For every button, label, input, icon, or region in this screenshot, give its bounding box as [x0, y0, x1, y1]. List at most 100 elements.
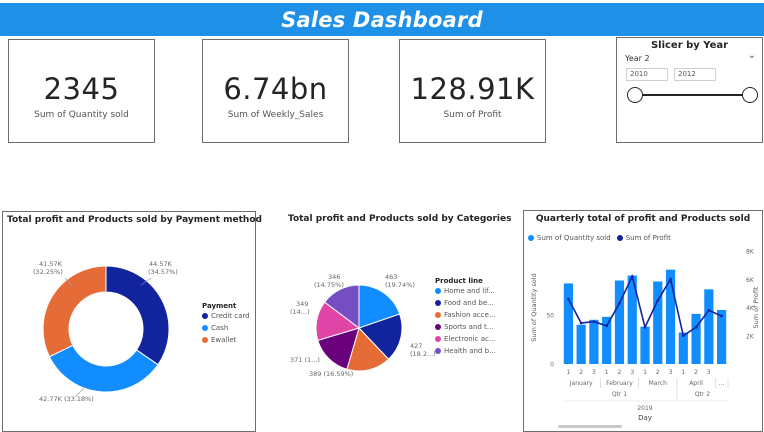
legend-item[interactable]: Cash	[202, 322, 250, 334]
slicer-title: Slicer by Year	[650, 40, 729, 51]
year-slicer[interactable]: Slicer by Year Year 2 ⌄ 2010 2012	[616, 37, 763, 143]
line-point[interactable]	[630, 275, 634, 278]
data-label: (18.2...)	[410, 350, 436, 358]
x-group-quarter: Qtr 1	[612, 391, 627, 398]
line-point[interactable]	[567, 297, 570, 301]
data-label-cash: 42.77K (33.18%)	[39, 395, 94, 403]
line-point[interactable]	[669, 277, 672, 281]
legend-item[interactable]: Home and lif...	[435, 285, 496, 297]
x-group-month: ...	[719, 380, 725, 387]
bar[interactable]	[704, 289, 714, 364]
y-left-tick: 0	[550, 362, 554, 369]
legend-dot	[202, 337, 208, 343]
x-tick-day: 2	[579, 369, 583, 376]
bar[interactable]	[614, 280, 625, 364]
pie-chart[interactable]	[284, 221, 434, 421]
legend-item[interactable]: Health and b...	[435, 345, 496, 357]
bar[interactable]	[589, 319, 599, 364]
line-point[interactable]	[656, 299, 660, 302]
line-point[interactable]	[579, 321, 583, 325]
legend-item[interactable]: Food and be...	[435, 297, 496, 309]
y-right-tick: 2K	[746, 333, 755, 340]
data-label: 389 (16.59%)	[309, 370, 354, 378]
x-group-month: January	[569, 380, 593, 387]
y-right-tick: 8K	[746, 249, 755, 256]
line-point[interactable]	[618, 301, 621, 305]
kpi-value: 6.74bn	[223, 72, 328, 106]
legend-item[interactable]: Credit card	[202, 310, 250, 322]
legend-item[interactable]: Sports and t...	[435, 321, 496, 333]
x-tick-day: 3	[592, 369, 596, 376]
line-point[interactable]	[707, 309, 711, 312]
legend-label: Fashion acce...	[444, 311, 496, 319]
x-tick-day: 1	[681, 369, 685, 376]
data-label: 427	[410, 342, 423, 350]
bar[interactable]	[691, 313, 701, 364]
bar[interactable]	[576, 324, 586, 364]
bar[interactable]	[602, 316, 612, 364]
x-tick-day: 2	[656, 369, 660, 376]
line-point[interactable]	[643, 325, 647, 329]
legend-label: Credit card	[211, 312, 250, 320]
combo-chart-card[interactable]: Quarterly total of profit and Products s…	[523, 210, 763, 432]
legend-item[interactable]: Fashion acce...	[435, 309, 496, 321]
legend-dot	[435, 336, 441, 342]
data-label: 371 (1...)	[290, 356, 320, 364]
chevron-down-icon[interactable]: ⌄	[748, 50, 756, 61]
bar[interactable]	[640, 326, 650, 364]
x-group-month: April	[689, 380, 703, 387]
slicer-to-input[interactable]: 2012	[674, 68, 716, 81]
x-tick-day: 3	[630, 369, 634, 376]
line-point[interactable]	[592, 320, 596, 323]
y-left-tick: 50	[546, 312, 554, 319]
x-group-quarter: Qtr 2	[695, 391, 710, 398]
data-label-pct: (33.18%)	[63, 395, 94, 403]
donut-chart-card[interactable]: Total profit and Products sold by Paymen…	[2, 211, 262, 432]
data-label: 349	[296, 300, 309, 308]
x-tick-day: 2	[618, 369, 622, 376]
bar[interactable]	[717, 309, 727, 364]
combo-chart[interactable]: 0502K4K6K8KSum of Quantity sold Sum of Pr…	[524, 241, 762, 431]
kpi-card-weekly-sales[interactable]: 6.74bn Sum of Weekly_Sales	[202, 39, 349, 143]
legend-dot	[435, 348, 441, 354]
slicer-dropdown-label[interactable]: Year 2	[625, 54, 650, 63]
slider-track[interactable]	[635, 94, 751, 96]
pie-chart-card[interactable]: Total profit and Products sold by Catego…	[284, 211, 511, 432]
kpi-value: 2345	[43, 72, 120, 106]
legend-dot	[202, 325, 208, 331]
data-label: (14...)	[290, 308, 310, 316]
x-tick-day: 1	[605, 369, 609, 376]
slider-handle-start[interactable]	[627, 87, 643, 103]
legend-dot	[435, 300, 441, 306]
legend-label: Health and b...	[444, 347, 496, 355]
line-point[interactable]	[720, 314, 723, 318]
x-group-month: March	[649, 380, 667, 387]
legend-title: Product line	[435, 277, 483, 285]
legend-item[interactable]: Electronic ac...	[435, 333, 496, 345]
donut-legend: Payment Credit card Cash Ewallet	[202, 302, 250, 346]
x-group-year: 2019	[637, 405, 652, 412]
kpi-card-profit[interactable]: 128.91K Sum of Profit	[399, 39, 546, 143]
line-point[interactable]	[694, 325, 698, 329]
donut-slice-ewallet[interactable]	[42, 265, 107, 358]
legend-item[interactable]: Ewallet	[202, 334, 250, 346]
slider-handle-end[interactable]	[742, 87, 758, 103]
legend-title: Payment	[202, 302, 237, 310]
bar[interactable]	[563, 283, 573, 364]
y-right-tick: 6K	[746, 277, 755, 284]
data-label: 44.57K	[149, 260, 172, 268]
line-point[interactable]	[605, 324, 608, 328]
kpi-value: 128.91K	[410, 72, 535, 106]
kpi-card-quantity[interactable]: 2345 Sum of Quantity sold	[8, 39, 155, 143]
horizontal-scrollbar[interactable]	[558, 425, 622, 428]
page-title: Sales Dashboard	[281, 7, 483, 32]
legend-dot	[202, 313, 208, 319]
chart-title: Quarterly total of profit and Products s…	[535, 214, 751, 224]
bar[interactable]	[678, 332, 688, 364]
slicer-from-input[interactable]: 2010	[626, 68, 668, 81]
y-right-axis-title: Sum of Profit	[752, 286, 760, 328]
line-point[interactable]	[682, 334, 685, 338]
data-label: (32.25%)	[33, 268, 63, 276]
data-label-value: 42.77K	[39, 395, 62, 403]
donut-slice-credit-card[interactable]	[105, 265, 170, 366]
